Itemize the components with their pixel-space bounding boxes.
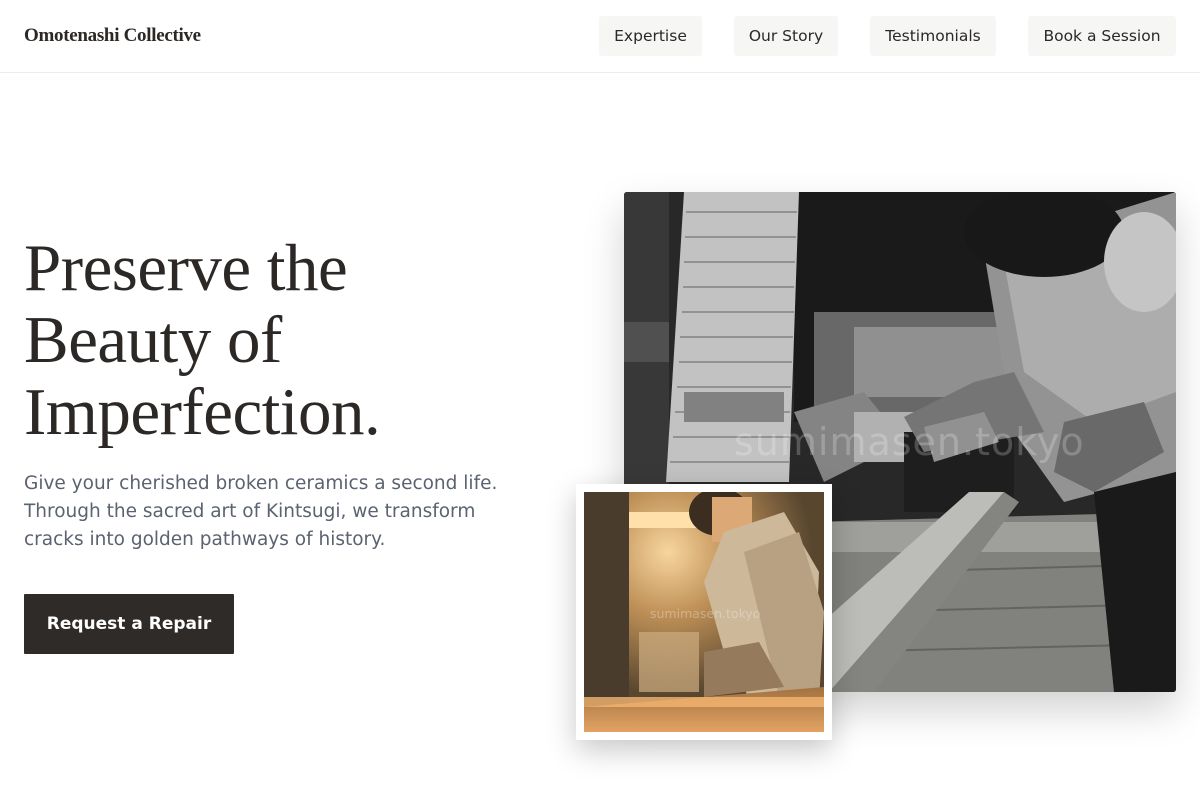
workshop-inset-photo-frame: sumimasen.tokyo <box>576 484 832 740</box>
hero-title-line: Imperfection. <box>24 375 381 449</box>
workshop-inset-photo: sumimasen.tokyo <box>584 492 824 732</box>
request-repair-button[interactable]: Request a Repair <box>24 594 234 654</box>
nav-expertise-button[interactable]: Expertise <box>599 16 702 56</box>
nav-book-session-button[interactable]: Book a Session <box>1028 16 1176 56</box>
hero-description-line: Through the sacred art of Kintsugi, we t… <box>24 501 476 522</box>
hero-title-line: Preserve the <box>24 231 348 305</box>
nav-testimonials-button[interactable]: Testimonials <box>870 16 996 56</box>
hero-title-line: Beauty of <box>24 303 282 377</box>
nav-our-story-button[interactable]: Our Story <box>734 16 838 56</box>
main-nav: Expertise Our Story Testimonials Book a … <box>0 16 1200 56</box>
hero-description-line: cracks into golden pathways of history. <box>24 529 386 550</box>
inset-photo-watermark: sumimasen.tokyo <box>650 606 761 621</box>
hero-description: Give your cherished broken ceramics a se… <box>24 470 544 554</box>
hero-description-line: Give your cherished broken ceramics a se… <box>24 473 498 494</box>
main-photo-watermark: sumimasen.tokyo <box>734 420 1085 464</box>
hero-title: Preserve the Beauty of Imperfection. <box>24 232 544 448</box>
site-header: Omotenashi Collective Expertise Our Stor… <box>0 0 1200 73</box>
